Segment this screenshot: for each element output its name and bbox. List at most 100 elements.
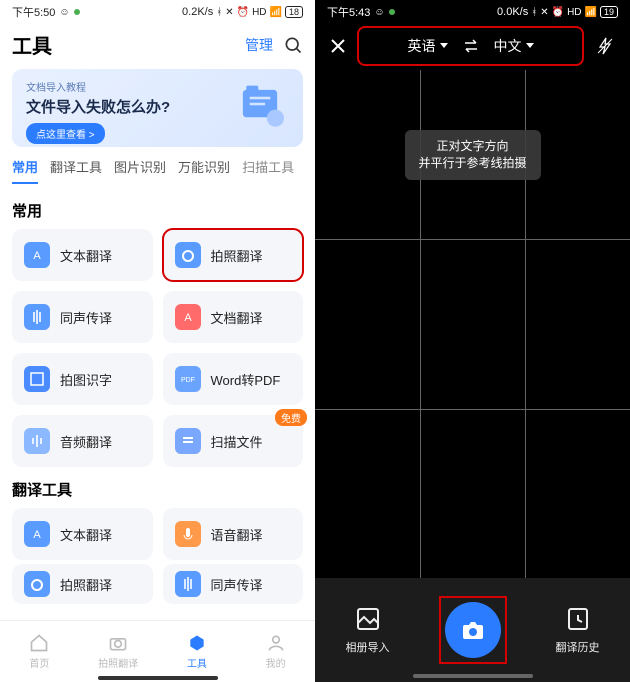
language-selector[interactable]: 英语 中文 bbox=[359, 28, 582, 64]
status-bar: 下午5:43 ☺ 0.0K/s ᚼ ✕ ⏰ HD 📶 19 bbox=[315, 0, 630, 24]
common-tools-grid: A 文本翻译 拍照翻译 同声传译 A 文档翻译 拍图识字 PDF Word转PD… bbox=[0, 229, 315, 467]
tab-image-recognize[interactable]: 图片识别 bbox=[114, 157, 166, 184]
folder-illustration bbox=[225, 77, 295, 137]
tools-icon bbox=[187, 633, 207, 653]
shutter-container bbox=[420, 578, 525, 682]
shutter-button[interactable] bbox=[445, 602, 501, 658]
flash-button[interactable] bbox=[590, 31, 620, 61]
tab-common[interactable]: 常用 bbox=[12, 157, 38, 184]
shutter-highlight bbox=[441, 598, 505, 662]
battery-icon: 19 bbox=[600, 6, 618, 18]
left-phone-screenshot: 下午5:50 ☺ 0.2K/s ᚼ ✕ ⏰ HD 📶 18 工具 管理 文档导入… bbox=[0, 0, 315, 682]
section-translate-tools-title: 翻译工具 bbox=[0, 467, 315, 508]
scan-doc-icon bbox=[175, 428, 201, 454]
right-phone-screenshot: 下午5:43 ☺ 0.0K/s ᚼ ✕ ⏰ HD 📶 19 英语 中文 bbox=[315, 0, 630, 682]
tab-universal-recognize[interactable]: 万能识别 bbox=[178, 157, 230, 184]
close-icon bbox=[330, 38, 346, 54]
translate-history-button[interactable]: 翻译历史 bbox=[525, 578, 630, 682]
svg-text:A: A bbox=[33, 529, 41, 541]
net-speed: 0.2K/s bbox=[182, 6, 213, 18]
voice-translate-icon bbox=[175, 521, 201, 547]
tool-simultaneous-interp[interactable]: 同声传译 bbox=[12, 291, 153, 343]
tutorial-banner[interactable]: 文档导入教程 文件导入失败怎么办? 点这里查看 > bbox=[12, 69, 303, 147]
album-import-button[interactable]: 相册导入 bbox=[315, 578, 420, 682]
simul-interp-icon bbox=[24, 304, 50, 330]
search-icon[interactable] bbox=[283, 35, 303, 55]
translate-tools-grid: A 文本翻译 语音翻译 bbox=[0, 508, 315, 560]
tool-photo-translate[interactable]: 拍照翻译 bbox=[163, 229, 304, 281]
grid-line bbox=[315, 239, 630, 240]
chevron-down-icon bbox=[440, 43, 448, 49]
swap-icon[interactable] bbox=[462, 37, 480, 55]
net-speed: 0.0K/s bbox=[497, 6, 528, 18]
pdf-icon: PDF bbox=[175, 366, 201, 392]
home-icon bbox=[29, 633, 49, 653]
close-button[interactable] bbox=[325, 33, 351, 59]
home-indicator bbox=[413, 674, 533, 678]
signal-icon: 📶 bbox=[270, 7, 282, 18]
grid-line bbox=[315, 409, 630, 410]
simul-interp-icon bbox=[175, 571, 201, 597]
recording-dot bbox=[389, 9, 395, 15]
nav-photo-translate[interactable]: 拍照翻译 bbox=[79, 621, 158, 682]
nav-tools[interactable]: 工具 bbox=[158, 621, 237, 682]
notif-icon: ☺ bbox=[59, 7, 69, 18]
tool-audio-translate[interactable]: 音频翻译 bbox=[12, 415, 153, 467]
signal-icon: 📶 bbox=[585, 7, 597, 18]
nav-profile[interactable]: 我的 bbox=[236, 621, 315, 682]
bottom-nav: 首页 拍照翻译 工具 我的 bbox=[0, 620, 315, 682]
lang-to[interactable]: 中文 bbox=[494, 36, 534, 56]
clock: 下午5:43 bbox=[327, 4, 370, 20]
home-indicator bbox=[98, 676, 218, 680]
text-translate-icon: A bbox=[24, 521, 50, 547]
manage-button[interactable]: 管理 bbox=[245, 35, 273, 55]
text-translate-icon: A bbox=[24, 242, 50, 268]
free-badge: 免费 bbox=[275, 409, 307, 426]
tool-voice-translate[interactable]: 语音翻译 bbox=[163, 508, 304, 560]
chevron-down-icon bbox=[526, 43, 534, 49]
camera-top-bar: 英语 中文 bbox=[315, 24, 630, 74]
notif-icon: ☺ bbox=[374, 7, 384, 18]
alarm-icon: ⏰ bbox=[237, 7, 249, 18]
tool-doc-translate[interactable]: A 文档翻译 bbox=[163, 291, 304, 343]
vibrate-icon: ✕ bbox=[225, 7, 233, 18]
banner-cta[interactable]: 点这里查看 > bbox=[26, 123, 105, 144]
gallery-icon bbox=[354, 605, 382, 633]
svg-text:A: A bbox=[33, 250, 41, 262]
flash-icon bbox=[596, 37, 614, 55]
header: 工具 管理 bbox=[0, 24, 315, 69]
page-title: 工具 bbox=[12, 30, 245, 59]
section-common-title: 常用 bbox=[0, 188, 315, 229]
tab-translate-tools[interactable]: 翻译工具 bbox=[50, 157, 102, 184]
alarm-icon: ⏰ bbox=[552, 7, 564, 18]
lang-from[interactable]: 英语 bbox=[408, 36, 448, 56]
tool-text-translate[interactable]: A 文本翻译 bbox=[12, 229, 153, 281]
translate-tools-grid-partial: 拍照翻译 同声传译 bbox=[0, 564, 315, 604]
hd-icon: HD bbox=[567, 7, 581, 18]
recording-dot bbox=[74, 9, 80, 15]
audio-translate-icon bbox=[24, 428, 50, 454]
camera-icon bbox=[108, 633, 128, 653]
nav-home[interactable]: 首页 bbox=[0, 621, 79, 682]
svg-text:PDF: PDF bbox=[181, 377, 195, 384]
bluetooth-icon: ᚼ bbox=[531, 7, 537, 18]
camera-bottom-bar: 相册导入 翻译历史 bbox=[315, 578, 630, 682]
tool-text-translate-2[interactable]: A 文本翻译 bbox=[12, 508, 153, 560]
tab-scan-tools[interactable]: 扫描工具 bbox=[242, 157, 294, 184]
clock: 下午5:50 bbox=[12, 4, 55, 20]
svg-text:A: A bbox=[184, 312, 192, 324]
shooting-hint: 正对文字方向 并平行于参考线拍摄 bbox=[404, 130, 540, 180]
tool-simul-interp-2[interactable]: 同声传译 bbox=[163, 564, 304, 604]
tool-scan-doc[interactable]: 扫描文件 免费 bbox=[163, 415, 304, 467]
camera-viewfinder: 正对文字方向 并平行于参考线拍摄 bbox=[315, 70, 630, 578]
hd-icon: HD bbox=[252, 7, 266, 18]
tool-word-to-pdf[interactable]: PDF Word转PDF bbox=[163, 353, 304, 405]
battery-icon: 18 bbox=[285, 6, 303, 18]
tool-ocr[interactable]: 拍图识字 bbox=[12, 353, 153, 405]
profile-icon bbox=[266, 633, 286, 653]
history-icon bbox=[564, 605, 592, 633]
tool-photo-translate-2[interactable]: 拍照翻译 bbox=[12, 564, 153, 604]
doc-translate-icon: A bbox=[175, 304, 201, 330]
bluetooth-icon: ᚼ bbox=[216, 7, 222, 18]
vibrate-icon: ✕ bbox=[540, 7, 548, 18]
